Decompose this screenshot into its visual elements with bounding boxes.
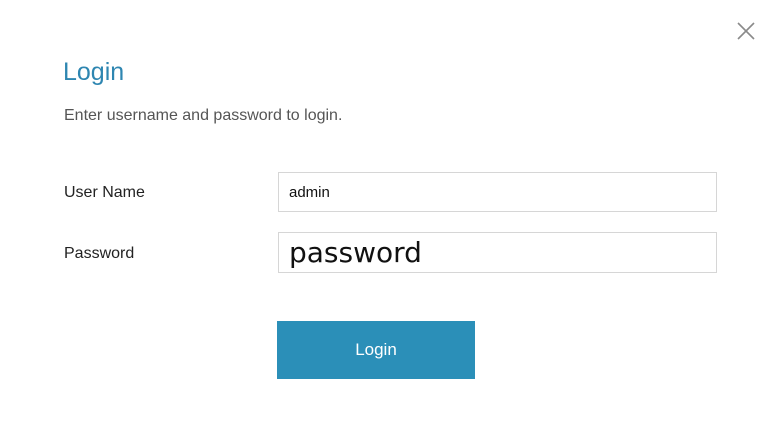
password-label: Password: [64, 245, 135, 262]
dialog-subtitle: Enter username and password to login.: [64, 107, 343, 124]
username-input[interactable]: [278, 172, 717, 212]
dialog-title: Login: [63, 58, 125, 86]
close-button[interactable]: [733, 18, 759, 44]
login-button[interactable]: Login: [277, 321, 475, 379]
username-label: User Name: [64, 184, 145, 201]
login-dialog: Login Enter username and password to log…: [0, 0, 765, 425]
password-input[interactable]: [278, 232, 717, 273]
close-icon: [733, 18, 759, 44]
